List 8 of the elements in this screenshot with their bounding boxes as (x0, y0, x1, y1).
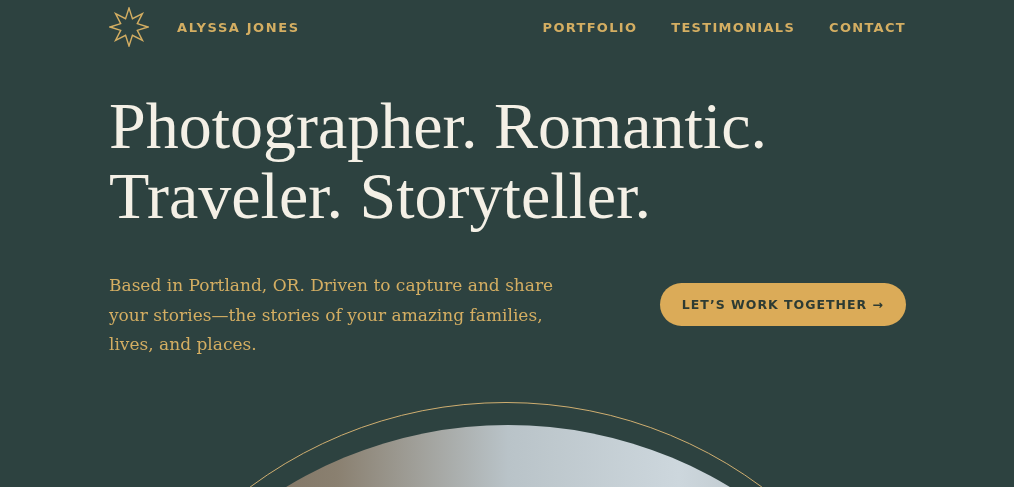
headline: Photographer. Romantic. Traveler. Storyteller. (109, 91, 769, 231)
star-logo-icon (109, 7, 149, 47)
work-together-button[interactable]: LET’S WORK TOGETHER → (659, 283, 906, 326)
brand-name[interactable]: ALYSSA JONES (177, 19, 300, 35)
nav-link[interactable]: TESTIMONIALS (671, 19, 796, 35)
nav-link[interactable]: CONTACT (829, 19, 906, 35)
nav-link[interactable]: PORTFOLIO (542, 19, 638, 35)
intro-text: Based in Portland, OR. Driven to capture and share your stories—the stories of your amazing families, lives, and places. (109, 274, 554, 356)
